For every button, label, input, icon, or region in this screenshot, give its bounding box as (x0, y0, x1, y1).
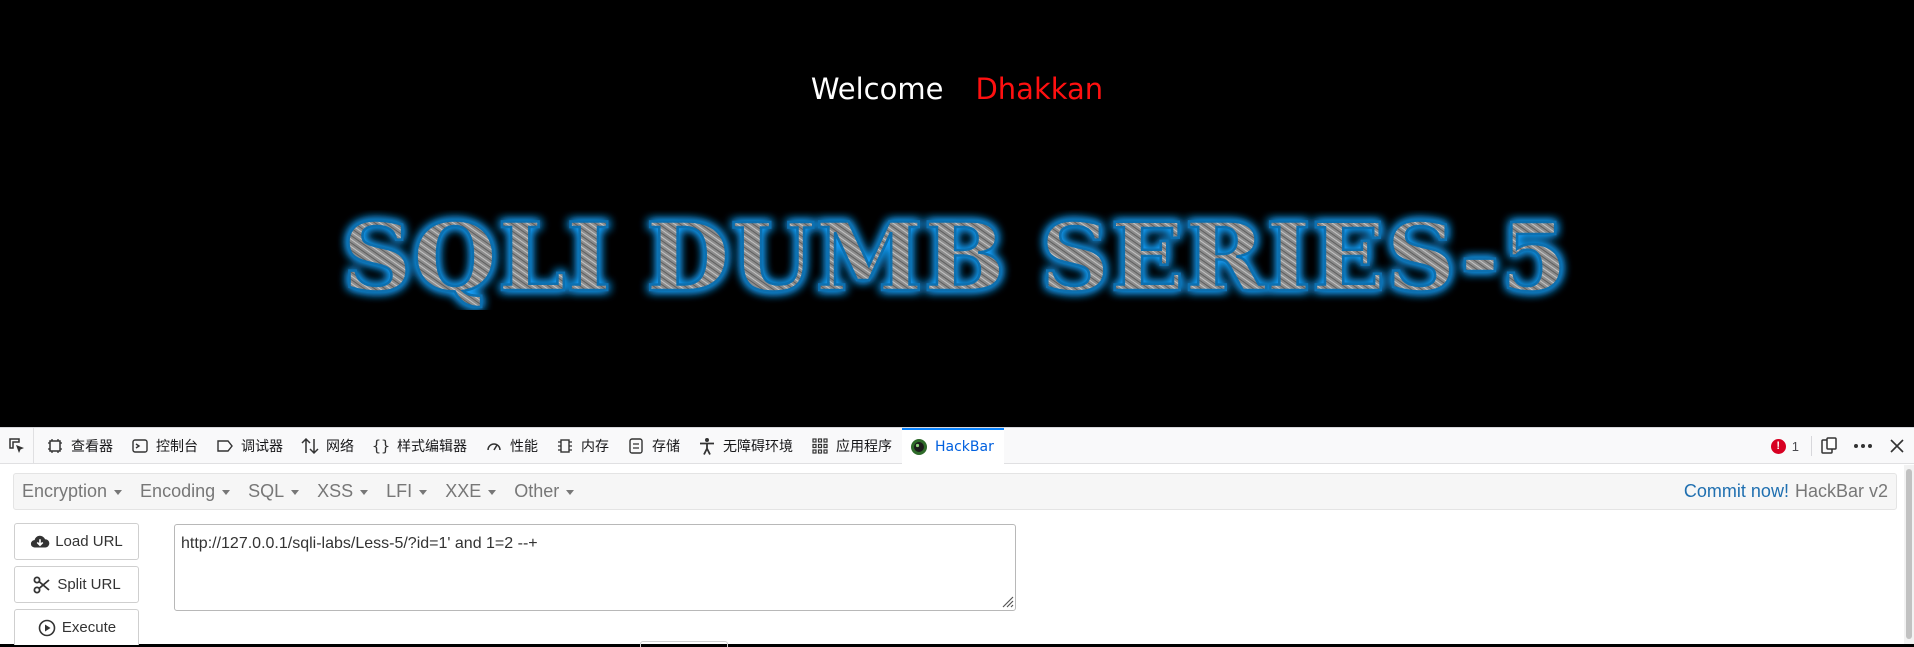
application-icon (811, 437, 829, 455)
network-icon (301, 437, 319, 455)
tab-hackbar[interactable]: HackBar (902, 428, 1004, 464)
welcome-line: Welcome Dhakkan (0, 72, 1914, 106)
debugger-icon (216, 437, 234, 455)
execute-button[interactable]: Execute (14, 609, 139, 645)
scissors-icon (32, 575, 52, 595)
error-count: 1 (1791, 438, 1799, 454)
devtools-controls: ! 1 (1763, 428, 1914, 464)
caret-down-icon (291, 490, 300, 495)
close-devtools-button[interactable] (1880, 428, 1914, 464)
menu-lfi[interactable]: LFI (378, 474, 437, 509)
hackbar-icon (910, 438, 928, 456)
caret-down-icon (488, 490, 497, 495)
menu-xxe[interactable]: XXE (437, 474, 506, 509)
tab-memory-label: 内存 (581, 439, 609, 455)
element-picker-icon (8, 438, 24, 453)
more-options-button[interactable] (1846, 428, 1880, 464)
tab-network-label: 网络 (326, 439, 354, 455)
menu-encryption[interactable]: Encryption (14, 474, 132, 509)
hackbar-brand: Commit now! HackBar v2 (1684, 474, 1888, 509)
load-url-label: Load URL (55, 533, 123, 550)
inspector-icon (46, 437, 64, 455)
tab-inspector-label: 查看器 (71, 439, 113, 455)
split-url-button[interactable]: Split URL (14, 566, 139, 603)
tab-debugger-label: 调试器 (241, 439, 283, 455)
storage-icon (627, 437, 645, 455)
hackbar-menu: Encryption Encoding SQL XSS LFI XXE Othe… (14, 474, 584, 509)
user-name: Dhakkan (975, 72, 1104, 106)
tab-application[interactable]: 应用程序 (803, 428, 902, 464)
menu-xxe-label: XXE (445, 481, 482, 501)
page-viewport: Welcome Dhakkan SQLI DUMB SERIES-5 (0, 0, 1914, 427)
error-count-badge[interactable]: ! 1 (1763, 428, 1811, 464)
banner-title-image: SQLI DUMB SERIES-5 (341, 210, 1570, 310)
tab-performance[interactable]: 性能 (477, 428, 548, 464)
devtools-toolbar: 查看器 控制台 调试器 网络 {} 样式编辑器 性能 内存 存储 无障碍环境 应… (0, 427, 1914, 464)
panel-scrollbar[interactable] (1904, 465, 1914, 644)
tab-storage-label: 存储 (652, 439, 680, 455)
menu-sql-label: SQL (248, 481, 285, 501)
commit-now-link[interactable]: Commit now! (1684, 481, 1789, 502)
menu-encryption-label: Encryption (22, 481, 108, 501)
tab-storage[interactable]: 存储 (619, 428, 690, 464)
tab-application-label: 应用程序 (836, 439, 892, 455)
memory-icon (556, 437, 574, 455)
cloud-download-icon (30, 532, 50, 552)
tab-inspector[interactable]: 查看器 (38, 428, 123, 464)
performance-icon (485, 437, 503, 455)
post-data-toggle[interactable] (640, 641, 728, 647)
play-circle-icon (37, 618, 57, 638)
scrollbar-thumb[interactable] (1906, 469, 1912, 639)
console-icon (131, 437, 149, 455)
menu-xss[interactable]: XSS (309, 474, 378, 509)
banner-title-text: SQLI DUMB SERIES-5 (342, 210, 1568, 310)
split-url-label: Split URL (57, 576, 121, 593)
menu-encoding-label: Encoding (140, 481, 216, 501)
style-editor-icon: {} (371, 437, 391, 455)
hackbar-version: HackBar v2 (1794, 481, 1888, 501)
dock-side-button[interactable] (1812, 428, 1846, 464)
tab-accessibility[interactable]: 无障碍环境 (690, 428, 803, 464)
menu-other[interactable]: Other (506, 474, 584, 509)
error-icon: ! (1770, 438, 1786, 454)
execute-label: Execute (61, 619, 117, 636)
tab-hackbar-label: HackBar (935, 439, 994, 455)
tab-accessibility-label: 无障碍环境 (723, 439, 793, 455)
tab-network[interactable]: 网络 (293, 428, 364, 464)
more-options-icon (1854, 444, 1872, 448)
tab-style-editor[interactable]: {} 样式编辑器 (364, 428, 477, 464)
menu-sql[interactable]: SQL (240, 474, 309, 509)
tab-console-label: 控制台 (156, 439, 198, 455)
hackbar-menu-bar: Encryption Encoding SQL XSS LFI XXE Othe… (13, 473, 1897, 510)
resize-grip-icon[interactable] (1000, 594, 1014, 608)
menu-encoding[interactable]: Encoding (132, 474, 240, 509)
menu-other-label: Other (514, 481, 560, 501)
caret-down-icon (114, 490, 123, 495)
devtools-panel: 查看器 控制台 调试器 网络 {} 样式编辑器 性能 内存 存储 无障碍环境 应… (0, 427, 1914, 647)
element-picker-button[interactable] (0, 428, 34, 464)
tab-performance-label: 性能 (510, 439, 538, 455)
menu-lfi-label: LFI (386, 481, 413, 501)
load-url-button[interactable]: Load URL (14, 523, 139, 560)
tab-memory[interactable]: 内存 (548, 428, 619, 464)
accessibility-icon (698, 437, 716, 455)
welcome-label: Welcome (810, 72, 944, 106)
close-icon (1890, 439, 1904, 453)
menu-xss-label: XSS (317, 481, 354, 501)
caret-down-icon (419, 490, 428, 495)
tab-style-editor-label: 样式编辑器 (397, 439, 467, 455)
url-input[interactable] (174, 524, 1016, 611)
devtools-tabs: 查看器 控制台 调试器 网络 {} 样式编辑器 性能 内存 存储 无障碍环境 应… (38, 428, 1004, 464)
caret-down-icon (360, 490, 369, 495)
dock-side-icon (1821, 437, 1837, 454)
tab-console[interactable]: 控制台 (123, 428, 208, 464)
tab-debugger[interactable]: 调试器 (208, 428, 293, 464)
caret-down-icon (566, 490, 575, 495)
caret-down-icon (222, 490, 231, 495)
